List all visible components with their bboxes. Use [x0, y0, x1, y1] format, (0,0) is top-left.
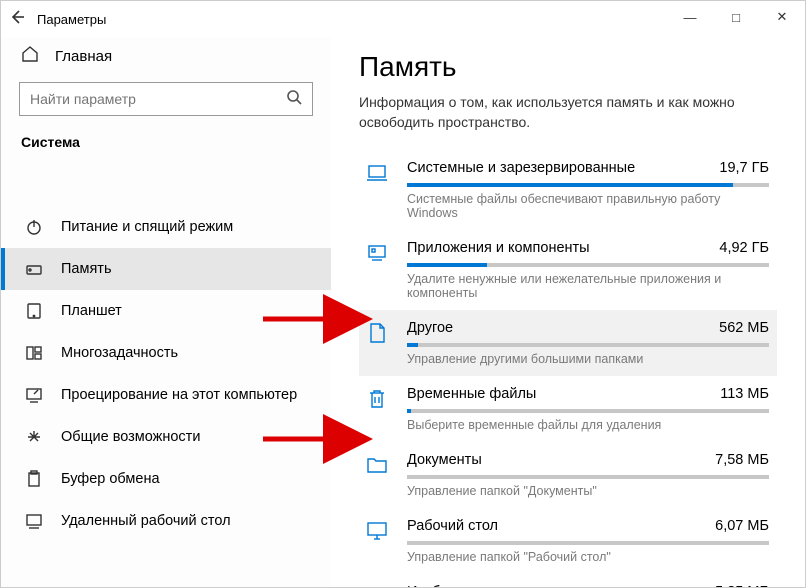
sidebar-section-title: Система [1, 134, 331, 164]
storage-icon [25, 260, 43, 278]
blank-icon [25, 176, 43, 194]
nav-label: Питание и спящий режим [61, 219, 233, 235]
storage-size: 6,07 МБ [715, 518, 769, 534]
file-icon [363, 320, 391, 366]
storage-item-documents[interactable]: Документы 7,58 МБ Управление папкой "Док… [359, 442, 777, 508]
sidebar-item-shared[interactable]: Общие возможности [1, 416, 331, 458]
storage-item-temp[interactable]: Временные файлы 113 МБ Выберите временны… [359, 376, 777, 442]
storage-bar [407, 541, 769, 545]
sidebar-item-clipboard[interactable]: Буфер обмена [1, 458, 331, 500]
nav-list: Питание и спящий режим Память Планшет Мн… [1, 164, 331, 542]
nav-label: Проецирование на этот компьютер [61, 387, 297, 403]
storage-item-pictures[interactable]: Изображения 5,35 МБ [359, 574, 777, 587]
storage-name: Системные и зарезервированные [407, 160, 635, 176]
storage-bar [407, 475, 769, 479]
storage-name: Временные файлы [407, 386, 536, 402]
sidebar-item-power[interactable]: Питание и спящий режим [1, 206, 331, 248]
tablet-icon [25, 302, 43, 320]
storage-name: Документы [407, 452, 482, 468]
search-input[interactable] [30, 91, 286, 107]
storage-sub: Управление другими большими папками [407, 352, 769, 366]
remote-icon [25, 512, 43, 530]
laptop-icon [363, 160, 391, 220]
storage-sub: Управление папкой "Документы" [407, 484, 769, 498]
nav-label: Планшет [61, 303, 122, 319]
storage-name: Изображения [407, 584, 498, 587]
storage-sub: Системные файлы обеспечивают правильную … [407, 192, 769, 220]
search-input-wrap[interactable] [19, 82, 313, 116]
sidebar-item-multitask[interactable]: Многозадачность [1, 332, 331, 374]
nav-label: Буфер обмена [61, 471, 160, 487]
storage-bar [407, 343, 769, 347]
sidebar-item-projecting[interactable]: Проецирование на этот компьютер [1, 374, 331, 416]
storage-item-other[interactable]: Другое 562 МБ Управление другими большим… [359, 310, 777, 376]
storage-item-system[interactable]: Системные и зарезервированные 19,7 ГБ Си… [359, 150, 777, 230]
trash-icon [363, 386, 391, 432]
apps-icon [363, 240, 391, 300]
home-icon [21, 45, 39, 68]
sidebar-item-storage[interactable]: Память [1, 248, 331, 290]
clipboard-icon [25, 470, 43, 488]
shared-icon [25, 428, 43, 446]
sidebar-home[interactable]: Главная [1, 37, 331, 82]
close-button[interactable]: ✕ [759, 1, 805, 33]
storage-sub: Выберите временные файлы для удаления [407, 418, 769, 432]
storage-sub: Удалите ненужные или нежелательные прило… [407, 272, 769, 300]
multitask-icon [25, 344, 43, 362]
storage-size: 7,58 МБ [715, 452, 769, 468]
page-title: Память [359, 51, 777, 83]
desktop-icon [363, 518, 391, 564]
nav-label: Общие возможности [61, 429, 200, 445]
sidebar-item-remote[interactable]: Удаленный рабочий стол [1, 500, 331, 542]
storage-name: Рабочий стол [407, 518, 498, 534]
storage-size: 19,7 ГБ [719, 160, 769, 176]
minimize-button[interactable]: — [667, 1, 713, 33]
pictures-icon [363, 584, 391, 587]
storage-size: 113 МБ [720, 386, 769, 402]
storage-bar [407, 409, 769, 413]
sidebar-item-blank[interactable] [1, 164, 331, 206]
nav-label: Удаленный рабочий стол [61, 513, 231, 529]
maximize-button[interactable]: □ [713, 1, 759, 33]
storage-name: Приложения и компоненты [407, 240, 590, 256]
sidebar-item-tablet[interactable]: Планшет [1, 290, 331, 332]
storage-item-apps[interactable]: Приложения и компоненты 4,92 ГБ Удалите … [359, 230, 777, 310]
storage-size: 562 МБ [719, 320, 769, 336]
storage-item-desktop[interactable]: Рабочий стол 6,07 МБ Управление папкой "… [359, 508, 777, 574]
storage-bar [407, 263, 769, 267]
page-description: Информация о том, как используется памят… [359, 93, 777, 132]
projecting-icon [25, 386, 43, 404]
storage-sub: Управление папкой "Рабочий стол" [407, 550, 769, 564]
window-title: Параметры [37, 12, 106, 27]
storage-size: 5,35 МБ [715, 584, 769, 587]
content: Память Информация о том, как используетс… [331, 37, 805, 587]
storage-bar [407, 183, 769, 187]
search-icon [286, 89, 302, 110]
power-icon [25, 218, 43, 236]
back-icon[interactable] [9, 9, 25, 30]
nav-label: Многозадачность [61, 345, 178, 361]
nav-label: Память [61, 261, 112, 277]
titlebar: Параметры — □ ✕ [1, 1, 805, 37]
storage-name: Другое [407, 320, 453, 336]
folder-icon [363, 452, 391, 498]
storage-size: 4,92 ГБ [719, 240, 769, 256]
sidebar-home-label: Главная [55, 48, 112, 65]
sidebar: Главная Система Питание и спящий режим [1, 37, 331, 587]
